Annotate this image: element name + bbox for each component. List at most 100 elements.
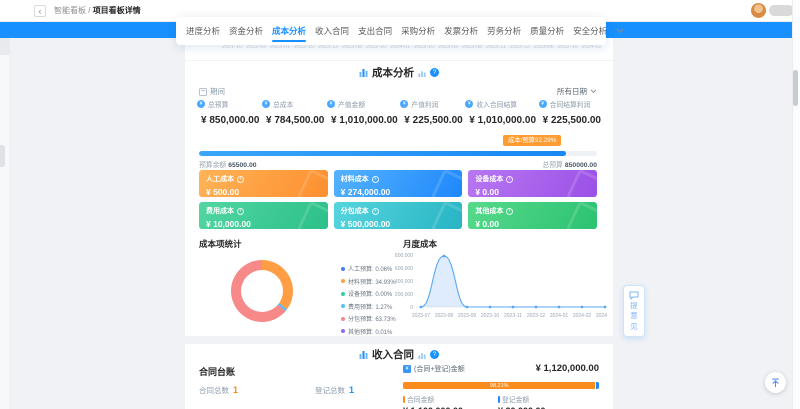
tab-item[interactable]: 发票分析 bbox=[444, 17, 478, 45]
money-icon: ¥ bbox=[197, 100, 205, 108]
tab-item[interactable]: 劳务分析 bbox=[487, 17, 521, 45]
stat-item: ¥产值金额 ¥ 1,010,000.00 bbox=[327, 99, 398, 126]
cost-cards-grid: 人工成本› ¥ 500.00 材料成本› ¥ 274,000.00 设备成本› … bbox=[199, 170, 597, 229]
trend-icon bbox=[418, 69, 426, 77]
back-button[interactable]: ‹ bbox=[34, 5, 46, 17]
date-filter-dropdown[interactable]: 所有日期 bbox=[557, 86, 597, 97]
budget-progress-bar bbox=[199, 151, 597, 156]
svg-text:2023-10: 2023-10 bbox=[481, 313, 500, 319]
user-avatar[interactable] bbox=[751, 3, 766, 18]
feedback-char: 提 bbox=[630, 301, 638, 310]
stat-value: ¥ 225,500.00 bbox=[539, 115, 601, 126]
money-icon: ¥ bbox=[400, 100, 408, 108]
budget-progress-fill bbox=[199, 151, 566, 156]
legend-dot bbox=[341, 304, 345, 308]
trend-icon bbox=[418, 351, 426, 359]
monthly-chart: 2023-072023-082023-092023-102023-112023-… bbox=[377, 247, 607, 323]
back-to-top-button[interactable] bbox=[765, 372, 786, 393]
tab-item[interactable]: 进度分析 bbox=[186, 17, 220, 45]
income-bar-register bbox=[596, 382, 599, 389]
donut-chart bbox=[231, 260, 293, 322]
stat-item: ¥产值利润 ¥ 225,500.00 bbox=[400, 99, 462, 126]
scrollbar-thumb[interactable] bbox=[793, 70, 798, 106]
breadcrumb: 智能看板 / 项目看板详情 bbox=[54, 5, 141, 16]
income-summary: ¥ (合同+登记)金额 ¥ 1,120,000.00 98.21% 合同金额 ¥… bbox=[403, 363, 599, 409]
stat-value: ¥ 850,000.00 bbox=[197, 115, 259, 126]
income-bar-contract: 98.21% bbox=[403, 382, 595, 389]
section-title: 收入合同 bbox=[372, 347, 414, 362]
arrow-right-icon: › bbox=[237, 208, 244, 215]
app-screen: ‹ 智能看板 / 项目看板详情 进度分析 资金分析 成本分析 收入合同 支出合同… bbox=[0, 0, 800, 409]
tab-item[interactable]: 安全分析 bbox=[573, 17, 607, 45]
legend-dot bbox=[341, 267, 345, 271]
svg-text:2023-09: 2023-09 bbox=[458, 313, 477, 319]
donut-chart-title: 成本项统计 bbox=[199, 238, 242, 250]
cost-card-expense[interactable]: 费用成本› ¥ 10,000.00 bbox=[199, 202, 328, 229]
chevron-down-icon[interactable] bbox=[616, 28, 624, 34]
stat-item: ¥总预算 ¥ 850,000.00 bbox=[197, 99, 259, 126]
divider bbox=[185, 60, 613, 61]
breadcrumb-root[interactable]: 智能看板 bbox=[54, 6, 86, 15]
legend-tick bbox=[498, 396, 500, 403]
svg-text:200,000: 200,000 bbox=[395, 292, 413, 298]
income-stacked-bar: 98.21% bbox=[403, 382, 599, 389]
cost-card-material[interactable]: 材料成本› ¥ 274,000.00 bbox=[334, 170, 463, 197]
arrow-right-icon: › bbox=[372, 208, 379, 215]
chat-bubble-icon bbox=[629, 291, 639, 300]
income-total-value: ¥ 1,120,000.00 bbox=[536, 363, 599, 374]
tab-item[interactable]: 收入合同 bbox=[315, 17, 349, 45]
register-count: 登记总数 1 bbox=[315, 385, 354, 396]
arrow-right-icon: › bbox=[506, 208, 513, 215]
monthly-chart-wrap: 2023-072023-082023-092023-102023-112023-… bbox=[377, 247, 607, 323]
help-icon[interactable]: ? bbox=[430, 350, 439, 359]
period-row: 期间 所有日期 bbox=[199, 86, 597, 97]
contract-count-value[interactable]: 1 bbox=[233, 385, 238, 395]
section-gap bbox=[185, 336, 613, 344]
feedback-char: 见 bbox=[630, 322, 638, 331]
money-icon: ¥ bbox=[465, 100, 473, 108]
scrollbar-track bbox=[792, 0, 800, 409]
tab-item[interactable]: 采购分析 bbox=[401, 17, 435, 45]
cost-section-header: 成本分析 ? bbox=[185, 65, 613, 80]
legend-item: 其他预算: 0.01% bbox=[341, 327, 396, 336]
contract-count: 合同总数 1 bbox=[199, 385, 238, 396]
cost-card-subcontract[interactable]: 分包成本› ¥ 500,000.00 bbox=[334, 202, 463, 229]
income-item-contract: 合同金额 ¥ 1,100,000.00 bbox=[403, 394, 498, 409]
section-title: 成本分析 bbox=[372, 65, 414, 80]
money-icon: ¥ bbox=[262, 100, 270, 108]
tab-item[interactable]: 资金分析 bbox=[229, 17, 263, 45]
calendar-icon bbox=[199, 88, 207, 96]
income-section-header: 收入合同 ? bbox=[185, 347, 613, 362]
sidebar-handle[interactable] bbox=[0, 145, 5, 167]
user-menu-pill[interactable] bbox=[769, 5, 794, 16]
legend-dot bbox=[341, 317, 345, 321]
cost-stats-row: ¥总预算 ¥ 850,000.00 ¥总成本 ¥ 784,500.00 ¥产值金… bbox=[197, 99, 601, 126]
money-icon: ¥ bbox=[403, 365, 411, 373]
cost-card-labor[interactable]: 人工成本› ¥ 500.00 bbox=[199, 170, 328, 197]
register-count-value[interactable]: 1 bbox=[349, 385, 354, 395]
content-card: 2021-102022-022023-012022-102023-122023-… bbox=[185, 38, 613, 409]
stat-value: ¥ 784,500.00 bbox=[262, 115, 324, 126]
svg-text:800,000: 800,000 bbox=[395, 253, 413, 259]
help-icon[interactable]: ? bbox=[430, 68, 439, 77]
svg-text:400,000: 400,000 bbox=[395, 279, 413, 285]
arrow-right-icon: › bbox=[237, 176, 244, 183]
stat-item: ¥收入合同结算 ¥ 1,010,000.00 bbox=[465, 99, 536, 126]
stat-value: ¥ 1,010,000.00 bbox=[327, 115, 398, 126]
sidebar-corner bbox=[0, 38, 10, 55]
collapsed-sidebar bbox=[0, 38, 9, 409]
chevron-down-icon bbox=[590, 89, 597, 94]
income-item-register: 登记金额 ¥ 20,000.00 bbox=[498, 394, 593, 409]
arrow-right-icon: › bbox=[506, 176, 513, 183]
tab-item[interactable]: 成本分析 bbox=[272, 17, 306, 45]
analysis-tabbar: 进度分析 资金分析 成本分析 收入合同 支出合同 采购分析 发票分析 劳务分析 … bbox=[176, 17, 606, 45]
legend-dot bbox=[341, 279, 345, 283]
feedback-button[interactable]: 提 意 见 bbox=[623, 285, 645, 337]
budget-bar-labels: 预算余额65500.00 总预算850000.00 bbox=[199, 159, 597, 169]
cost-card-equipment[interactable]: 设备成本› ¥ 0.00 bbox=[468, 170, 597, 197]
svg-text:600,000: 600,000 bbox=[395, 266, 413, 272]
stat-value: ¥ 225,500.00 bbox=[400, 115, 462, 126]
tab-item[interactable]: 支出合同 bbox=[358, 17, 392, 45]
tab-item[interactable]: 质量分析 bbox=[530, 17, 564, 45]
cost-card-other[interactable]: 其他成本› ¥ 0.00 bbox=[468, 202, 597, 229]
